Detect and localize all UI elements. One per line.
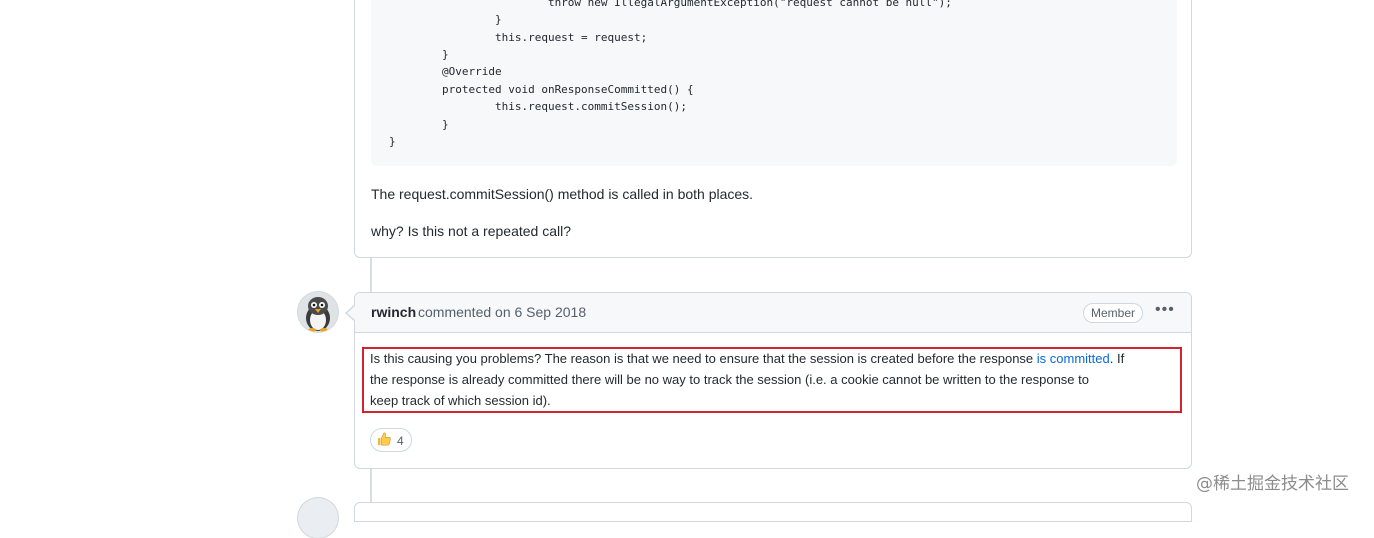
- comment-header: rwinch commented on 6 Sep 2018 Member ••…: [355, 293, 1191, 333]
- code-line: @Override: [389, 65, 502, 78]
- timeline-line-lower: [370, 469, 372, 502]
- comment-paragraph: The request.commitSession() method is ca…: [371, 186, 754, 202]
- code-line: this.request = request;: [389, 31, 648, 44]
- next-comment: [354, 502, 1192, 522]
- penguin-avatar-icon: [298, 292, 338, 332]
- code-line: }: [389, 118, 449, 131]
- comment-pointer-inner: [347, 306, 355, 320]
- thumbs-up-icon: [377, 432, 391, 446]
- avatar[interactable]: [298, 292, 338, 332]
- comment-timestamp[interactable]: commented on 6 Sep 2018: [418, 304, 586, 320]
- code-line: throw new IllegalArgumentException("requ…: [389, 0, 952, 9]
- highlight-annotation: [362, 347, 1182, 413]
- code-line: protected void onResponseCommitted() {: [389, 83, 694, 96]
- code-block: throw new IllegalArgumentException("requ…: [371, 0, 1177, 166]
- code-line: }: [389, 48, 449, 61]
- watermark: @稀土掘金技术社区: [1196, 474, 1349, 494]
- timeline-line-upper: [370, 258, 372, 292]
- comment-paragraph: why? Is this not a repeated call?: [371, 223, 572, 239]
- code-line: }: [389, 135, 396, 148]
- avatar[interactable]: [298, 498, 338, 538]
- code-line: this.request.commitSession();: [389, 100, 688, 113]
- reaction-count: 4: [397, 434, 404, 448]
- thumbs-up-reaction-button[interactable]: 4: [370, 428, 412, 452]
- code-line: }: [389, 13, 502, 26]
- kebab-horizontal-icon[interactable]: •••: [1155, 301, 1175, 319]
- author-link[interactable]: rwinch: [371, 304, 416, 320]
- member-badge: Member: [1083, 303, 1144, 323]
- previous-comment: throw new IllegalArgumentException("requ…: [354, 0, 1192, 258]
